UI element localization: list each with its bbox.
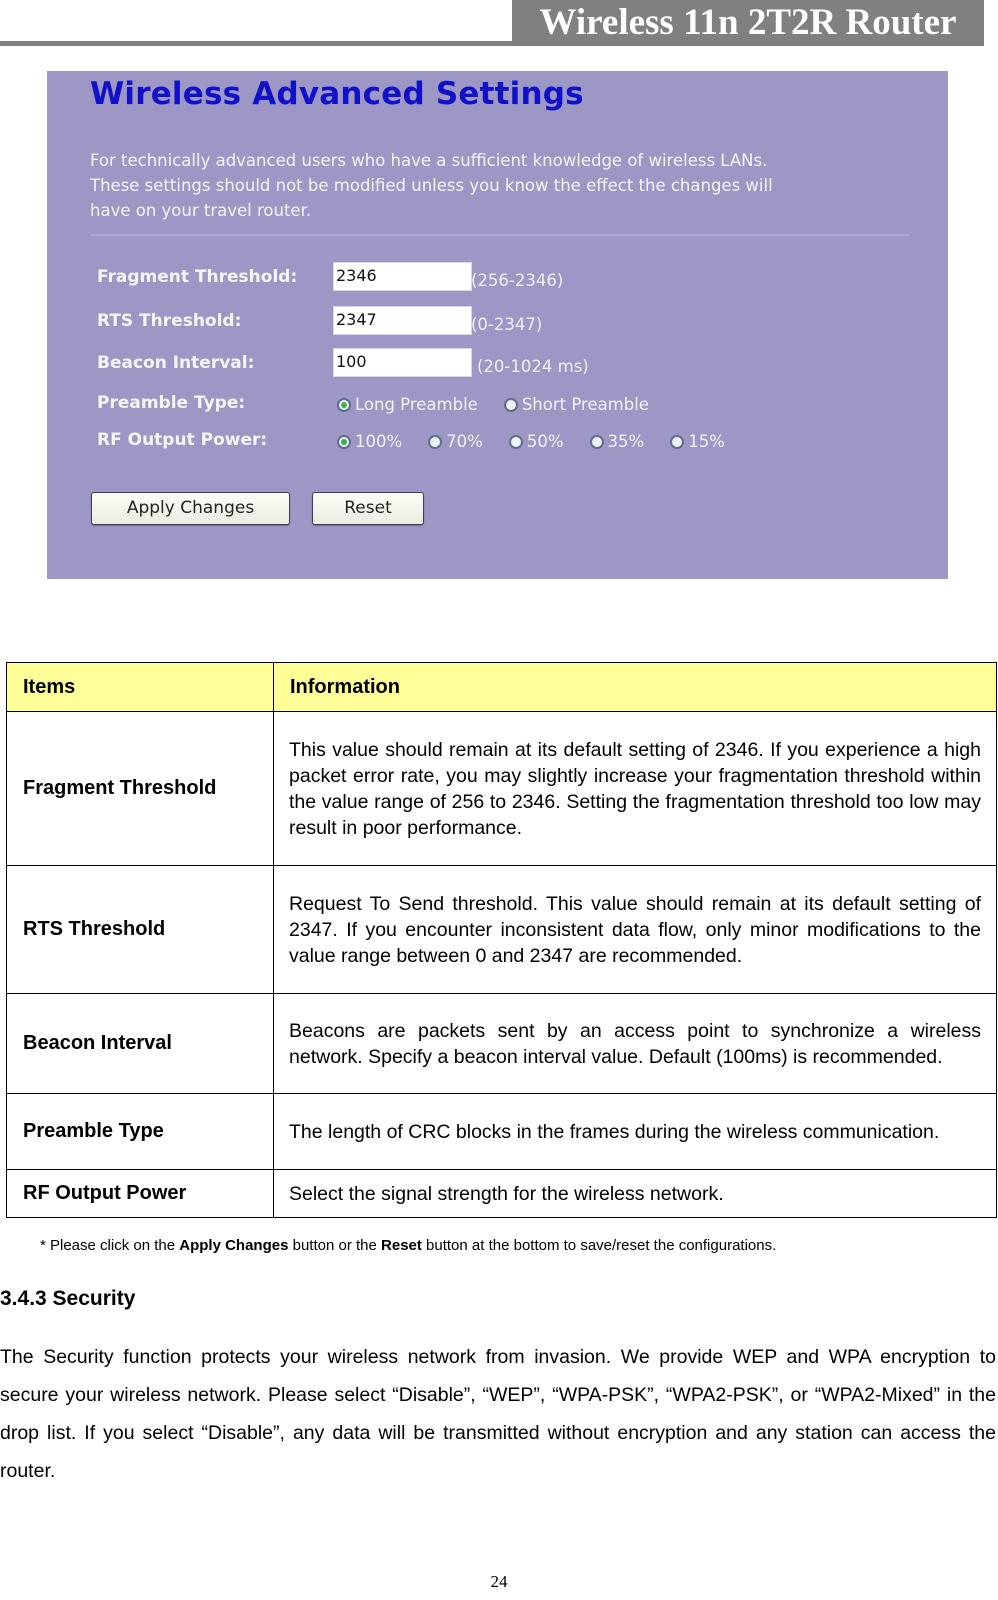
row-item: RTS Threshold (6, 865, 274, 994)
reset-button[interactable]: Reset (312, 492, 424, 525)
radio-label: 15% (688, 432, 725, 451)
radio-label: Short Preamble (521, 395, 649, 414)
rts-threshold-input[interactable]: 2347 (333, 306, 472, 335)
wireless-advanced-settings-screenshot: Wireless Advanced Settings For technical… (47, 71, 948, 579)
page-number: 24 (490, 1572, 508, 1591)
rts-threshold-label: RTS Threshold: (97, 311, 242, 331)
footnote-apply-ref: Apply Changes (179, 1237, 289, 1254)
panel-description: For technically advanced users who have … (90, 148, 850, 223)
radio-label: 70% (446, 432, 483, 451)
preamble-short-option[interactable]: Short Preamble (503, 395, 649, 414)
row-info: Request To Send threshold. This value sh… (273, 865, 997, 994)
table-row: Fragment Threshold This value should rem… (6, 711, 997, 866)
rf-power-70-option[interactable]: 70% (428, 432, 483, 451)
radio-label: 50% (526, 432, 564, 451)
row-info: Beacons are packets sent by an access po… (273, 993, 997, 1094)
footnote-reset-ref: Reset (381, 1237, 422, 1254)
radio-label: Long Preamble (355, 395, 478, 414)
settings-info-table: Items Information Fragment Threshold Thi… (6, 662, 997, 1218)
radio-unselected-icon[interactable] (508, 434, 523, 449)
table-row: Preamble Type The length of CRC blocks i… (6, 1093, 997, 1170)
beacon-interval-range: (20-1024 ms) (477, 357, 589, 376)
row-item: RF Output Power (6, 1169, 274, 1218)
table-row: Beacon Interval Beacons are packets sent… (6, 993, 997, 1094)
row-info: The length of CRC blocks in the frames d… (273, 1093, 997, 1170)
fragment-threshold-label: Fragment Threshold: (97, 267, 298, 287)
column-header-items: Items (6, 662, 274, 712)
row-item: Preamble Type (6, 1093, 274, 1170)
rf-power-100-option[interactable]: 100% (337, 432, 402, 451)
preamble-type-radio-group: Long Preamble Short Preamble (337, 395, 675, 414)
footnote-text: button or the (288, 1237, 382, 1254)
description-line: For technically advanced users who have … (90, 151, 768, 170)
document-header-title: Wireless 11n 2T2R Router (512, 0, 984, 46)
row-info: Select the signal strength for the wirel… (273, 1169, 997, 1218)
footnote: * Please click on the Apply Changes butt… (40, 1237, 776, 1254)
section-heading: 3.4.3 Security (0, 1287, 136, 1310)
rf-power-35-option[interactable]: 35% (589, 432, 645, 451)
rf-output-power-radio-group: 100% 70% 50% 35% 15% (337, 432, 751, 451)
radio-selected-icon[interactable] (337, 434, 351, 449)
radio-unselected-icon[interactable] (428, 434, 443, 449)
apply-changes-button[interactable]: Apply Changes (91, 492, 290, 525)
section-body: The Security function protects your wire… (0, 1346, 996, 1482)
beacon-interval-input[interactable]: 100 (333, 348, 472, 377)
divider (90, 234, 910, 236)
column-header-information: Information (273, 662, 997, 712)
table-row: RF Output Power Select the signal streng… (6, 1169, 997, 1218)
radio-selected-icon[interactable] (337, 397, 351, 412)
row-info: This value should remain at its default … (273, 711, 997, 866)
fragment-threshold-input[interactable]: 2346 (333, 262, 472, 291)
footnote-text: * Please click on the (40, 1237, 180, 1254)
table-row: RTS Threshold Request To Send threshold.… (6, 865, 997, 994)
row-item: Beacon Interval (6, 993, 274, 1094)
rf-power-50-option[interactable]: 50% (508, 432, 564, 451)
description-line: have on your travel router. (90, 201, 312, 220)
radio-unselected-icon[interactable] (503, 397, 518, 412)
radio-label: 35% (607, 432, 645, 451)
header-rule (0, 41, 515, 46)
rf-output-power-label: RF Output Power: (97, 430, 268, 450)
beacon-interval-label: Beacon Interval: (97, 353, 255, 373)
rf-power-15-option[interactable]: 15% (670, 432, 725, 451)
footnote-text: button at the bottom to save/reset the c… (421, 1237, 777, 1254)
preamble-type-label: Preamble Type: (97, 393, 246, 413)
description-line: These settings should not be modified un… (90, 176, 773, 195)
row-item: Fragment Threshold (6, 711, 274, 866)
radio-unselected-icon[interactable] (670, 434, 685, 449)
panel-title: Wireless Advanced Settings (90, 76, 584, 112)
fragment-threshold-range: (256-2346) (471, 271, 564, 290)
radio-unselected-icon[interactable] (589, 434, 604, 449)
radio-label: 100% (355, 432, 403, 451)
preamble-long-option[interactable]: Long Preamble (337, 395, 478, 414)
table-header-row: Items Information (6, 662, 997, 712)
rts-threshold-range: (0-2347) (471, 315, 543, 334)
